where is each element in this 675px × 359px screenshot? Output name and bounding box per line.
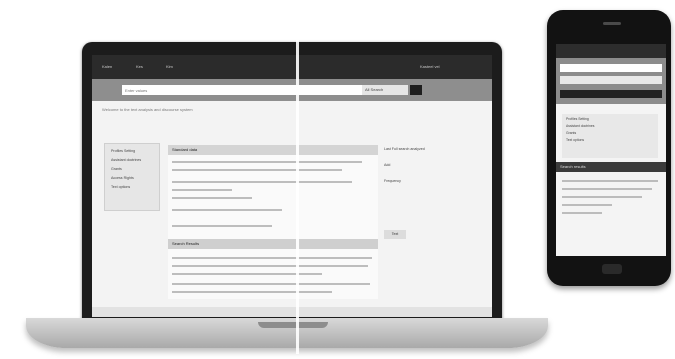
laptop-screen: Kalen Kes Kim Kasteel vel All Search Wel… [92, 55, 492, 317]
sidebar-item-doctrines[interactable]: Assistant doctrines [111, 158, 159, 162]
text-line [562, 196, 642, 198]
text-line [172, 197, 252, 199]
text-line [562, 180, 658, 182]
right-col-item-add[interactable]: Add [384, 163, 474, 167]
panel-title-2: Search Results [168, 239, 378, 249]
search-band: All Search [92, 79, 492, 101]
text-line [172, 265, 368, 267]
phone-sidebar-item[interactable]: Text options [566, 138, 658, 142]
right-column: Last Full search analyzed Add Frequency [384, 147, 474, 267]
text-line [562, 204, 612, 206]
top-nav-bar: Kalen Kes Kim Kasteel vel [92, 55, 492, 79]
phone-search-band [556, 58, 666, 104]
phone-scope-select[interactable] [560, 76, 662, 84]
phone-top-bar [556, 44, 666, 58]
phone-home-button[interactable] [602, 264, 622, 274]
sidebar-menu: Profiles Setting Assistant doctrines Gra… [104, 143, 160, 211]
search-input[interactable] [122, 85, 362, 95]
nav-item-3[interactable]: Kim [166, 64, 173, 69]
text-line [562, 212, 602, 214]
phone-screen: Profiles Setting Assistant doctrines Gra… [556, 44, 666, 256]
sidebar-item-access[interactable]: Access Rights [111, 176, 159, 180]
phone-sidebar-item[interactable]: Assistant doctrines [566, 124, 658, 128]
image-seam [296, 40, 299, 354]
sidebar-item-text[interactable]: Text options [111, 185, 159, 189]
text-line [172, 189, 232, 191]
laptop-notch [258, 322, 328, 328]
text-line [172, 273, 322, 275]
footer-bar [92, 307, 492, 317]
text-line [172, 181, 352, 183]
phone-search-button[interactable] [560, 90, 662, 98]
text-line [562, 188, 652, 190]
text-line [172, 291, 332, 293]
right-col-item-frequency[interactable]: Frequency [384, 179, 474, 183]
scope-select[interactable]: All Search [362, 85, 408, 95]
panel-title: Standard data [168, 145, 378, 155]
phone-sidebar-item[interactable]: Profiles Setting [566, 117, 658, 121]
text-line [172, 169, 342, 171]
nav-item-2[interactable]: Kes [136, 64, 143, 69]
text-line [172, 209, 282, 211]
text-line [172, 161, 362, 163]
phone-sidebar-item[interactable]: Grants [566, 131, 658, 135]
search-button[interactable] [410, 85, 422, 95]
sidebar-item-profiles[interactable]: Profiles Setting [111, 149, 159, 153]
nav-item-4[interactable]: Kasteel vel [420, 64, 440, 69]
phone-sidebar-menu: Profiles Setting Assistant doctrines Gra… [562, 114, 658, 158]
phone-speaker [603, 22, 621, 25]
text-line [172, 225, 272, 227]
main-panel: Standard data Search Results [168, 145, 378, 299]
phone-search-input[interactable] [560, 64, 662, 72]
sidebar-item-grants[interactable]: Grants [111, 167, 159, 171]
text-line [172, 283, 370, 285]
text-button[interactable]: Text [384, 230, 406, 239]
right-col-heading: Last Full search analyzed [384, 147, 425, 151]
phone-section-header: Search results [556, 162, 666, 172]
breadcrumb: Welcome to the text analysis and discour… [102, 107, 193, 112]
nav-item-1[interactable]: Kalen [102, 64, 112, 69]
text-line [172, 257, 372, 259]
